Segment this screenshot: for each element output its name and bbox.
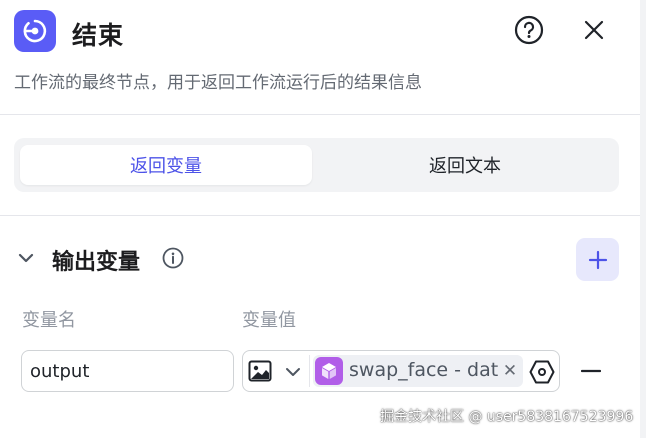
section-title: 输出变量 [52,250,141,275]
info-icon[interactable] [162,247,184,269]
node-title: 结束 [72,21,125,50]
divider [0,215,640,216]
panel-header: 结束 [14,8,626,52]
hexagon-setting-icon[interactable] [529,359,555,385]
column-header-name: 变量名 [22,310,76,331]
close-icon[interactable]: ✕ [501,357,519,385]
end-node-panel: 结束 工作流的最终节点，用于返回工作流运行后的结果信息 返回变量 返回文本 输出… [0,0,640,438]
image-icon [248,360,272,382]
variable-reference-tag[interactable]: swap_face - data ✕ [313,355,523,387]
add-variable-button[interactable] [576,238,619,281]
chevron-down-icon[interactable] [16,248,36,268]
divider [309,355,310,387]
column-header-value: 变量值 [242,310,296,331]
minus-icon [581,369,601,373]
node-description: 工作流的最终节点，用于返回工作流运行后的结果信息 [14,73,422,93]
return-mode-tabs: 返回变量 返回文本 [14,138,619,192]
reference-label: swap_face - data [349,359,499,381]
watermark: 掘金技术社区 @ user5838167523996 [380,409,634,425]
panel-edge [640,0,646,438]
variable-name-input[interactable] [21,350,234,392]
close-icon[interactable] [577,13,611,47]
chevron-down-icon[interactable] [283,362,303,382]
end-node-icon [14,10,56,52]
cube-icon [315,357,343,385]
divider [0,114,640,115]
question-circle-icon[interactable] [512,13,546,47]
tab-return-text[interactable]: 返回文本 [318,145,612,185]
remove-row-button[interactable] [578,360,604,382]
variable-value-field: swap_face - data ✕ [242,350,560,392]
plus-icon [588,250,607,269]
tab-return-variables[interactable]: 返回变量 [20,145,312,185]
